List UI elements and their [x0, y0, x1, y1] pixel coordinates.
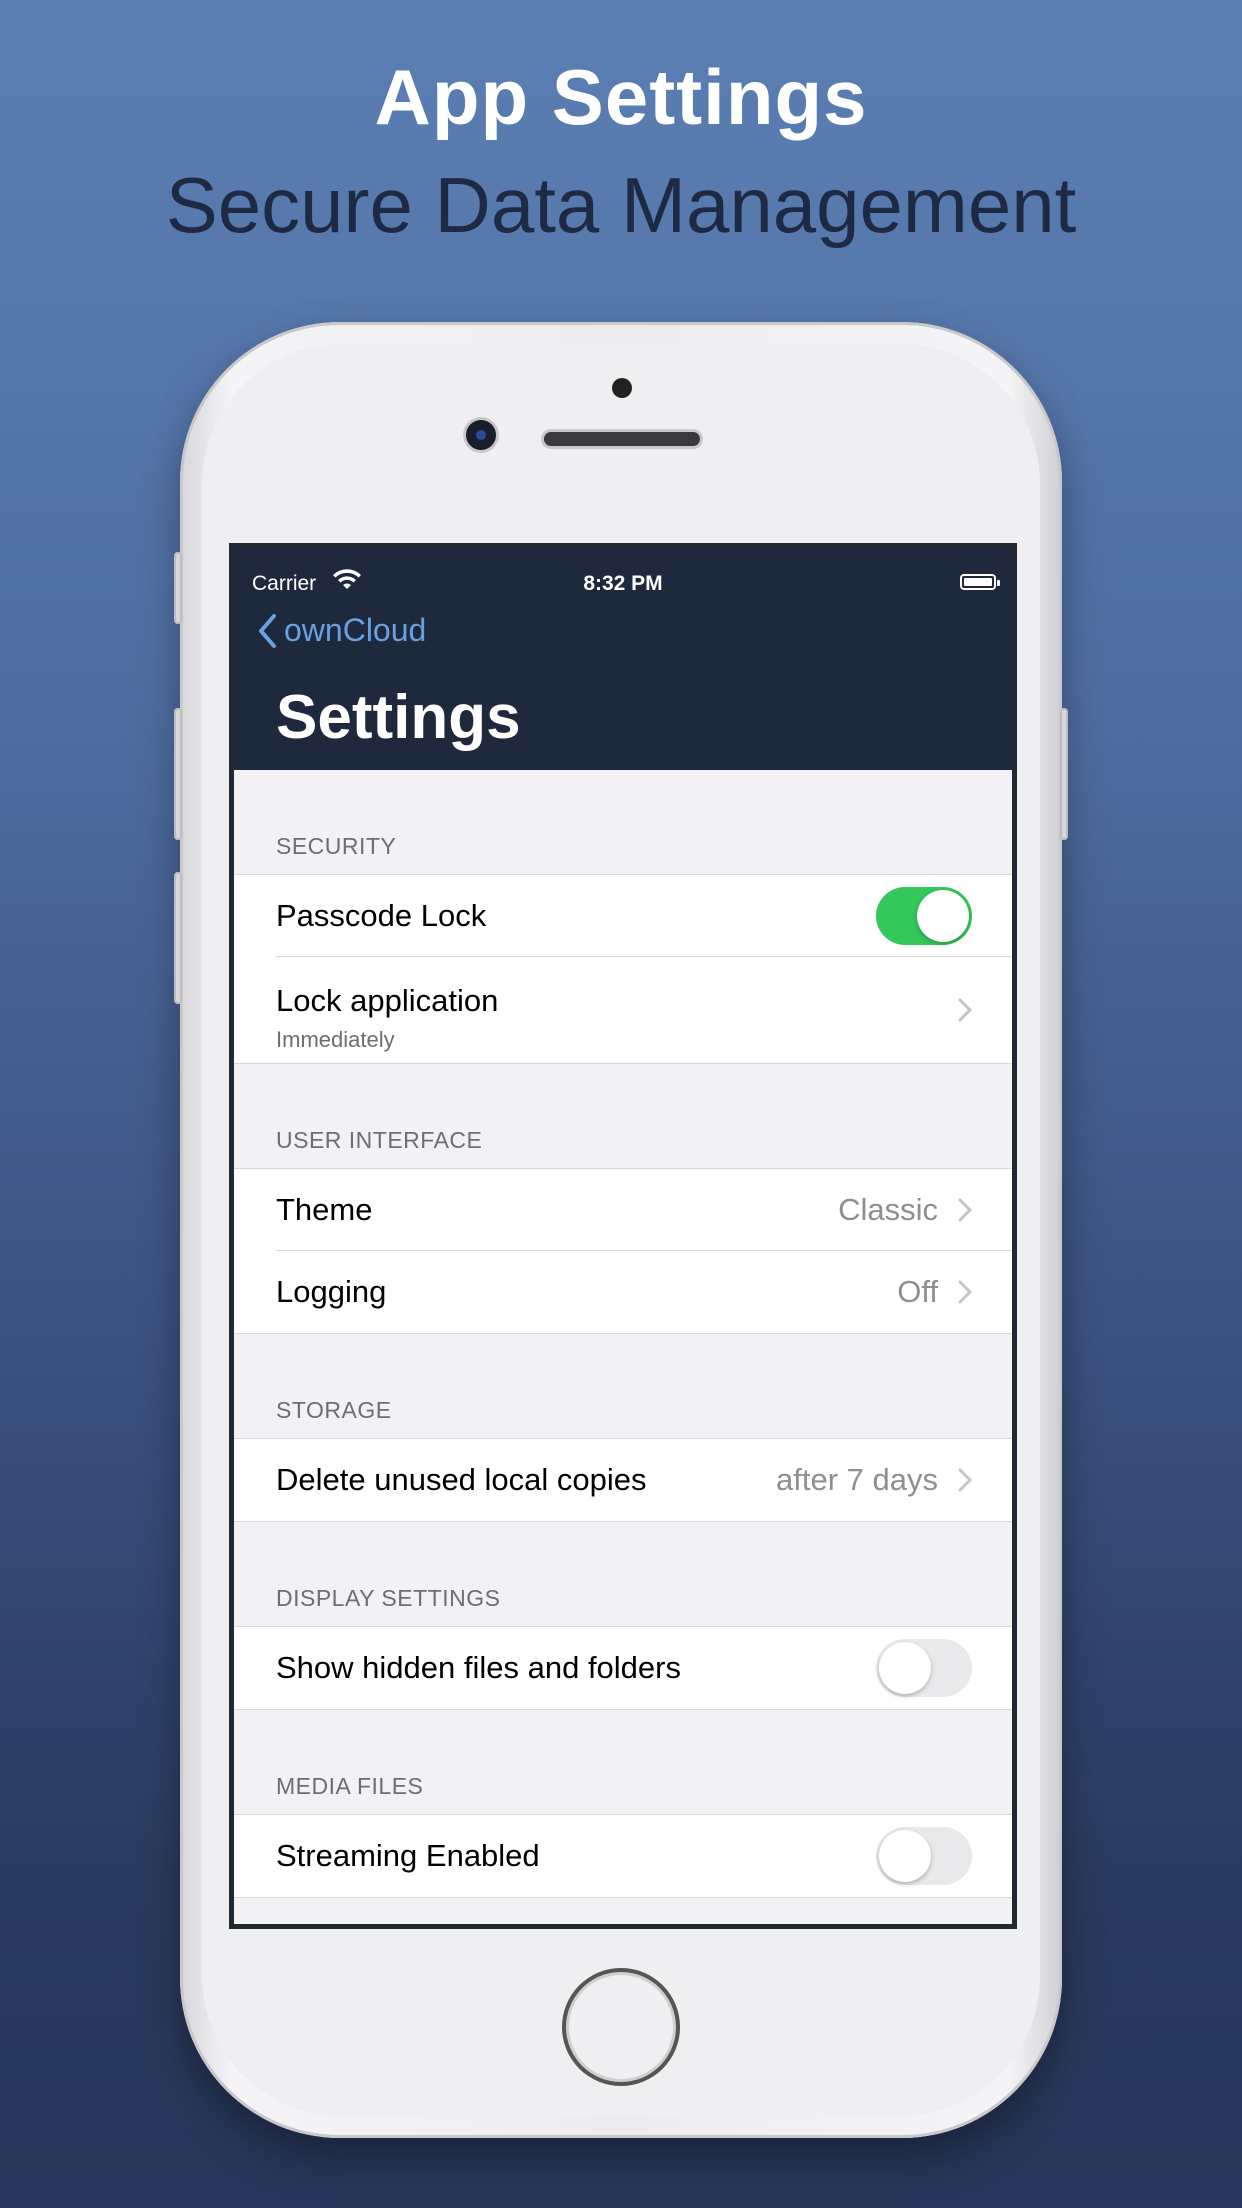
chevron-right-icon [958, 998, 972, 1022]
section-header-security: SECURITY [234, 770, 1012, 874]
navigation-bar: Carrier 8:32 PM ownCloud Settings [234, 548, 1012, 770]
theme-label: Theme [276, 1192, 373, 1227]
streaming-enabled-label: Streaming Enabled [276, 1838, 540, 1873]
theme-row[interactable]: Theme Classic [234, 1169, 1012, 1251]
earpiece-speaker [544, 432, 700, 446]
section-header-label: MEDIA FILES [276, 1773, 424, 1799]
show-hidden-files-row: Show hidden files and folders [234, 1627, 1012, 1709]
back-button-label: ownCloud [284, 612, 427, 648]
passcode-lock-row: Passcode Lock [234, 875, 1012, 957]
show-hidden-files-label: Show hidden files and folders [276, 1650, 681, 1685]
show-hidden-files-toggle[interactable] [876, 1639, 972, 1697]
toggle-knob [879, 1642, 931, 1694]
logging-label: Logging [276, 1274, 387, 1309]
mute-switch [174, 552, 182, 624]
app-screen: Carrier 8:32 PM ownCloud Settings SECURI… [234, 548, 1012, 1924]
front-camera-icon [466, 420, 496, 450]
display-settings-group: Show hidden files and folders [234, 1626, 1012, 1710]
battery-icon [960, 574, 1000, 590]
section-header-media-files: MEDIA FILES [234, 1710, 1012, 1814]
streaming-enabled-toggle[interactable] [876, 1827, 972, 1885]
delete-unused-copies-label: Delete unused local copies [276, 1462, 647, 1497]
lock-application-subtitle: Immediately [276, 1027, 395, 1052]
chevron-right-icon [958, 1280, 972, 1304]
section-header-label: USER INTERFACE [276, 1127, 483, 1153]
security-group: Passcode Lock Lock application Immediate… [234, 874, 1012, 1064]
lock-application-label: Lock application [276, 983, 499, 1018]
passcode-lock-label: Passcode Lock [276, 898, 487, 933]
logging-row[interactable]: Logging Off [234, 1251, 1012, 1333]
toggle-knob [879, 1830, 931, 1882]
power-button [1060, 708, 1068, 840]
media-files-group: Streaming Enabled [234, 1814, 1012, 1898]
section-header-label: STORAGE [276, 1397, 392, 1423]
storage-group: Delete unused local copies after 7 days [234, 1438, 1012, 1522]
user-interface-group: Theme Classic Logging Off [234, 1168, 1012, 1334]
volume-down-button [174, 872, 182, 1004]
section-header-user-interface: USER INTERFACE [234, 1064, 1012, 1168]
chevron-right-icon [958, 1468, 972, 1492]
section-header-label: SECURITY [276, 833, 397, 859]
section-header-label: DISPLAY SETTINGS [276, 1585, 501, 1611]
volume-up-button [174, 708, 182, 840]
status-time: 8:32 PM [583, 572, 663, 595]
section-header-storage: STORAGE [234, 1334, 1012, 1438]
section-header-display-settings: DISPLAY SETTINGS [234, 1522, 1012, 1626]
toggle-knob [917, 890, 969, 942]
page-title: Settings [276, 683, 521, 752]
promo-headline: App Settings [374, 53, 868, 141]
home-button[interactable] [562, 1968, 680, 2086]
delete-unused-copies-value: after 7 days [776, 1462, 938, 1497]
lock-application-row[interactable]: Lock application Immediately [234, 957, 1012, 1063]
theme-value: Classic [838, 1192, 938, 1227]
proximity-sensor [612, 378, 632, 398]
chevron-right-icon [958, 1198, 972, 1222]
streaming-enabled-row: Streaming Enabled [234, 1815, 1012, 1897]
delete-unused-copies-row[interactable]: Delete unused local copies after 7 days [234, 1439, 1012, 1521]
chevron-left-icon [259, 613, 276, 648]
passcode-lock-toggle[interactable] [876, 887, 972, 945]
status-bar: Carrier 8:32 PM [234, 562, 1012, 602]
back-button[interactable]: ownCloud [258, 612, 426, 649]
settings-list: SECURITY Passcode Lock Lock application … [234, 770, 1012, 1898]
logging-value: Off [897, 1274, 938, 1309]
promo-subheadline: Secure Data Management [165, 161, 1077, 249]
